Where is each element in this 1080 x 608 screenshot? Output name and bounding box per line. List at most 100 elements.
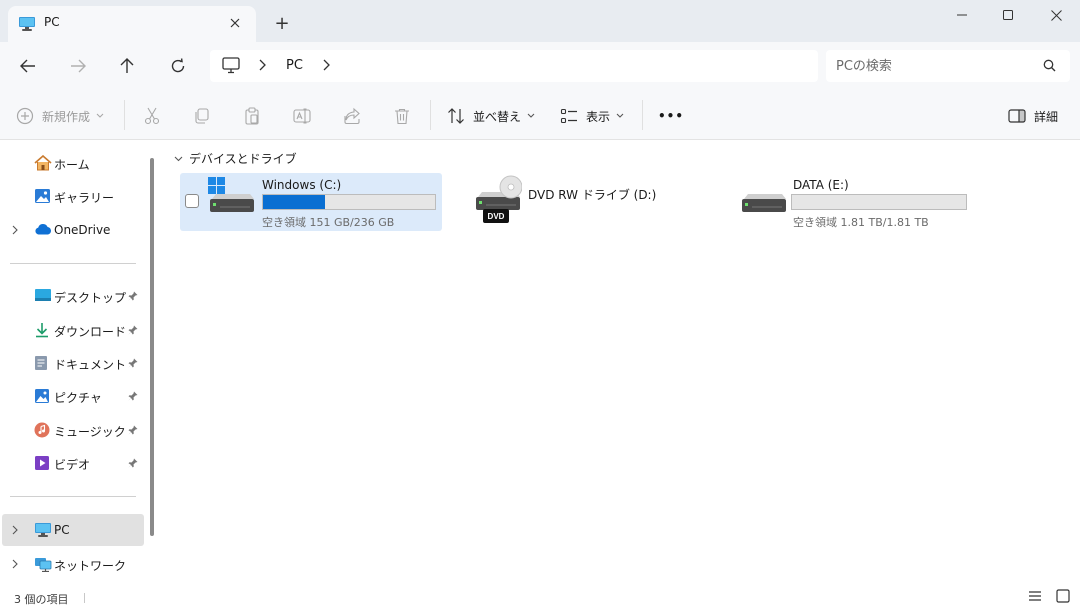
sidebar-item-desktop[interactable]: デスクトップ [2, 280, 144, 312]
pin-icon[interactable] [128, 425, 138, 435]
sort-button[interactable]: 並べ替え [447, 104, 535, 128]
refresh-button[interactable] [162, 52, 194, 80]
maximize-button[interactable] [984, 0, 1032, 30]
sidebar-scrollbar[interactable] [150, 158, 154, 536]
copy-button[interactable] [193, 104, 211, 128]
music-icon [34, 422, 50, 438]
sidebar-item-documents[interactable]: ドキュメント [2, 347, 144, 379]
sidebar-item-label: ドキュメント [54, 358, 127, 372]
sidebar-item-network[interactable]: ネットワーク [2, 548, 144, 580]
drive-free-space: 空き領域 151 GB/236 GB [262, 216, 395, 229]
tab-pc[interactable]: PC [8, 6, 256, 42]
sidebar-item-label: デスクトップ [54, 291, 127, 305]
chevron-right-icon[interactable] [322, 59, 330, 71]
tab-close-button[interactable] [222, 11, 248, 35]
up-button[interactable] [111, 52, 143, 80]
status-divider [84, 593, 85, 603]
file-list: デバイスとドライブ Windows (C:) 空き領域 151 GB/236 G… [162, 140, 1080, 586]
chevron-right-icon[interactable] [12, 559, 18, 569]
view-button[interactable]: 表示 [560, 104, 624, 128]
pin-icon[interactable] [128, 391, 138, 401]
pin-icon[interactable] [128, 358, 138, 368]
sidebar-divider [10, 263, 136, 264]
search-input[interactable] [836, 56, 1036, 76]
pin-icon[interactable] [128, 325, 138, 335]
cloud-icon [34, 222, 52, 236]
share-button[interactable] [343, 104, 361, 128]
drive-d[interactable]: DVD DVD RW ドライブ (D:) [468, 173, 730, 231]
rename-button[interactable] [293, 104, 311, 128]
chevron-right-icon[interactable] [12, 525, 18, 535]
hard-drive-icon [740, 177, 788, 215]
address-bar[interactable]: PC [210, 50, 818, 82]
new-tab-button[interactable]: + [268, 10, 296, 36]
pin-icon[interactable] [128, 291, 138, 301]
drive-c[interactable]: Windows (C:) 空き領域 151 GB/236 GB [180, 173, 442, 231]
picture-icon [34, 388, 50, 404]
drive-usage-bar [262, 194, 436, 210]
details-view-button[interactable] [1028, 589, 1042, 603]
new-button[interactable]: 新規作成 [16, 104, 104, 128]
cut-button[interactable] [143, 104, 161, 128]
plus-icon: + [274, 12, 290, 34]
arrow-up-icon [120, 58, 134, 73]
sidebar-item-pc[interactable]: PC [2, 514, 144, 546]
desktop-icon [34, 288, 52, 302]
drive-name: DATA (E:) [793, 178, 849, 192]
group-title: デバイスとドライブ [189, 152, 297, 166]
sidebar-item-music[interactable]: ミュージック [2, 414, 144, 446]
close-icon [1050, 9, 1062, 21]
back-button[interactable] [12, 52, 44, 80]
toolbar-divider [642, 100, 643, 130]
tiles-view-icon [1056, 589, 1070, 603]
sidebar-item-label: OneDrive [54, 223, 111, 237]
view-list-icon [560, 108, 577, 124]
sidebar-item-home[interactable]: ホーム [2, 147, 144, 179]
sidebar-item-videos[interactable]: ビデオ [2, 447, 144, 479]
search-box[interactable] [826, 50, 1070, 82]
video-icon [34, 455, 50, 471]
chevron-right-icon[interactable] [258, 59, 266, 71]
chevron-down-icon [527, 113, 535, 118]
window-close-button[interactable] [1032, 0, 1080, 30]
sidebar-item-label: ビデオ [54, 458, 91, 472]
breadcrumb-pc[interactable]: PC [286, 58, 303, 73]
navigation-pane: ホーム ギャラリー OneDrive デスクトップ ダウンロード ドキュメント … [0, 140, 162, 586]
document-icon [34, 355, 48, 371]
large-icons-view-button[interactable] [1056, 589, 1070, 603]
pin-icon[interactable] [128, 458, 138, 468]
forward-button[interactable] [62, 52, 94, 80]
details-pane-button[interactable]: 詳細 [1008, 104, 1058, 128]
windows-drive-icon [208, 177, 256, 215]
tab-title: PC [44, 15, 60, 29]
sidebar-item-onedrive[interactable]: OneDrive [2, 214, 144, 246]
minimize-button[interactable] [938, 0, 986, 30]
scissors-icon [144, 107, 160, 125]
close-icon [230, 18, 240, 28]
view-label: 表示 [586, 109, 611, 124]
command-bar: 新規作成 並べ替え 表示 ••• 詳細 [0, 90, 1080, 140]
delete-button[interactable] [393, 104, 411, 128]
sidebar-item-downloads[interactable]: ダウンロード [2, 314, 144, 346]
trash-icon [395, 108, 409, 125]
monitor-icon [222, 57, 240, 74]
sidebar-divider [10, 496, 136, 497]
more-options-button[interactable]: ••• [658, 104, 684, 128]
chevron-right-icon[interactable] [12, 225, 18, 235]
details-pane-icon [1008, 109, 1026, 123]
paste-button[interactable] [243, 104, 261, 128]
minimize-icon [957, 14, 967, 16]
arrow-left-icon [20, 59, 35, 73]
chevron-down-icon [96, 113, 104, 118]
drive-e[interactable]: DATA (E:) 空き領域 1.81 TB/1.81 TB [736, 173, 998, 231]
search-icon[interactable] [1043, 59, 1056, 72]
group-header-devices[interactable]: デバイスとドライブ [174, 150, 297, 167]
select-checkbox[interactable] [185, 194, 199, 208]
new-label: 新規作成 [42, 109, 91, 124]
chevron-down-icon [174, 156, 183, 161]
sidebar-item-label: ピクチャ [54, 391, 102, 405]
sidebar-item-pictures[interactable]: ピクチャ [2, 380, 144, 412]
item-count: 3 個の項目 [14, 593, 69, 606]
sidebar-item-label: ネットワーク [54, 559, 127, 573]
sidebar-item-gallery[interactable]: ギャラリー [2, 180, 144, 212]
